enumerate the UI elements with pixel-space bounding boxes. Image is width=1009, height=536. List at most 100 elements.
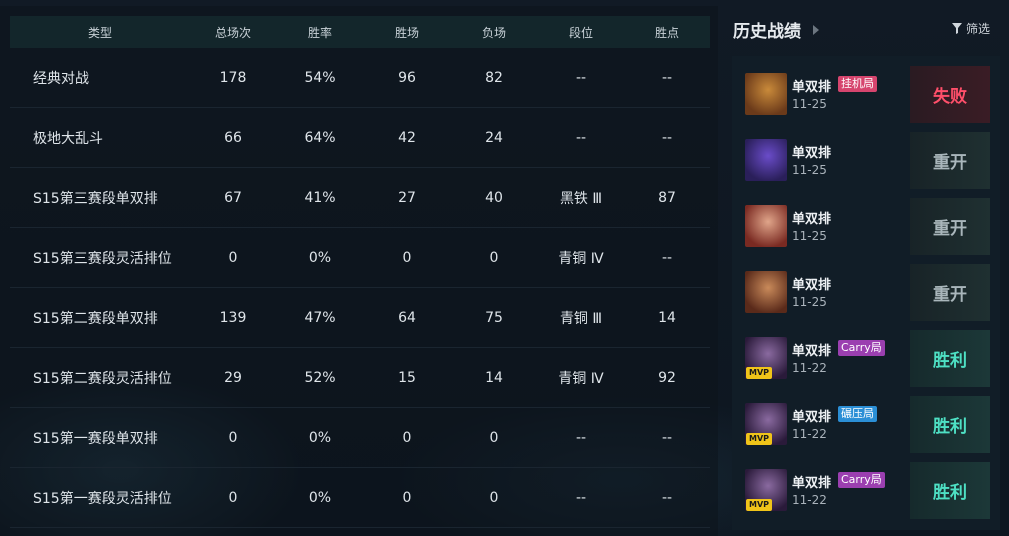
cell-lp: -- — [661, 489, 673, 506]
filter-label: 筛选 — [965, 22, 990, 36]
cell-winrate: 0% — [308, 249, 332, 266]
champion-avatar — [745, 73, 787, 115]
cell-rank: -- — [575, 129, 587, 146]
match-mode: 单双排 — [792, 278, 832, 293]
cell-lp: -- — [661, 69, 673, 86]
match-item[interactable]: 单双排 11-25 重开 — [732, 264, 1000, 321]
cell-total: 0 — [228, 429, 238, 446]
match-result: 重开 — [910, 264, 990, 321]
match-tag: Carry局 — [838, 472, 885, 488]
cell-rank: 青铜 Ⅳ — [558, 370, 604, 387]
champion-avatar — [745, 139, 787, 181]
table-body: 经典对战 178 54% 96 82 -- -- 极地大乱斗 66 64% 42 24 -- -- S15第… — [10, 48, 710, 528]
match-tag: 挂机局 — [838, 76, 877, 92]
cell-type: S15第二赛段单双排 — [33, 310, 158, 327]
cell-lp: -- — [661, 249, 673, 266]
cell-wins: 0 — [402, 429, 412, 446]
cell-wins: 42 — [398, 129, 416, 146]
cell-losses: 75 — [485, 309, 503, 326]
cell-winrate: 54% — [304, 69, 336, 86]
match-result: 胜利 — [910, 396, 990, 453]
match-result: 失败 — [910, 66, 990, 123]
table-row: S15第二赛段单双排 139 47% 64 75 青铜 Ⅲ 14 — [10, 288, 710, 348]
match-mode: 单双排 — [792, 410, 832, 425]
cell-type: 极地大乱斗 — [33, 130, 103, 147]
cell-lp: -- — [661, 429, 673, 446]
mvp-badge: MVP — [746, 433, 772, 445]
cell-wins: 15 — [398, 369, 416, 386]
match-item[interactable]: MVP 单双排 Carry局 11-22 胜利 — [732, 330, 1000, 387]
cell-type: S15第三赛段单双排 — [33, 190, 158, 207]
cell-lp: -- — [661, 129, 673, 146]
match-item[interactable]: 单双排 11-25 重开 — [732, 132, 1000, 189]
match-tag: 碾压局 — [838, 406, 877, 422]
cell-losses: 82 — [485, 69, 503, 86]
cell-losses: 40 — [485, 189, 503, 206]
match-date: 11-25 — [792, 295, 827, 309]
cell-losses: 0 — [489, 489, 499, 506]
cell-rank: -- — [575, 429, 587, 446]
cell-rank: 青铜 Ⅲ — [559, 310, 603, 327]
mvp-badge: MVP — [746, 499, 772, 511]
match-result: 胜利 — [910, 330, 990, 387]
cell-wins: 96 — [398, 69, 416, 86]
cell-type: S15第三赛段灵活排位 — [33, 250, 172, 267]
match-mode: 单双排 — [792, 476, 832, 491]
header-wins: 胜场 — [394, 25, 419, 40]
cell-wins: 27 — [398, 189, 416, 206]
cell-wins: 64 — [398, 309, 416, 326]
header-lp: 胜点 — [654, 25, 679, 40]
cell-type: 经典对战 — [33, 70, 89, 87]
cell-losses: 24 — [485, 129, 503, 146]
match-result: 重开 — [910, 198, 990, 255]
cell-lp: 92 — [658, 369, 676, 386]
match-item[interactable]: MVP 单双排 Carry局 11-22 胜利 — [732, 462, 1000, 519]
cell-total: 29 — [224, 369, 242, 386]
cell-winrate: 64% — [304, 129, 336, 146]
history-title-text: 历史战绩 — [733, 22, 801, 42]
header-total: 总场次 — [214, 25, 251, 40]
match-date: 11-25 — [792, 163, 827, 177]
match-item[interactable]: MVP 单双排 碾压局 11-22 胜利 — [732, 396, 1000, 453]
cell-wins: 0 — [402, 489, 412, 506]
stats-panel: 类型 总场次 胜率 胜场 负场 段位 胜点 经典对战 178 54% 96 82 -- --… — [0, 6, 718, 536]
cell-losses: 0 — [489, 429, 499, 446]
match-date: 11-25 — [792, 97, 827, 111]
history-title[interactable]: 历史战绩 — [733, 17, 819, 42]
table-row: S15第二赛段灵活排位 29 52% 15 14 青铜 Ⅳ 92 — [10, 348, 710, 408]
match-result: 重开 — [910, 132, 990, 189]
table-row: S15第一赛段灵活排位 0 0% 0 0 -- -- — [10, 468, 710, 528]
cell-total: 67 — [224, 189, 242, 206]
match-mode: 单双排 — [792, 146, 832, 161]
table-row: S15第三赛段灵活排位 0 0% 0 0 青铜 Ⅳ -- — [10, 228, 710, 288]
cell-type: S15第一赛段单双排 — [33, 430, 158, 447]
cell-rank: 黑铁 Ⅲ — [559, 190, 603, 207]
filter-button[interactable]: 筛选 — [951, 20, 990, 37]
champion-avatar — [745, 205, 787, 247]
cell-wins: 0 — [402, 249, 412, 266]
match-date: 11-22 — [792, 493, 827, 507]
champion-avatar — [745, 271, 787, 313]
table-row: S15第一赛段单双排 0 0% 0 0 -- -- — [10, 408, 710, 468]
cell-total: 178 — [219, 69, 247, 86]
match-tag: Carry局 — [838, 340, 885, 356]
match-list: 单双排 挂机局 11-25 失败 单双排 11-25 重开 单双排 11-25 重开 单双排 11-2… — [732, 56, 1000, 530]
cell-winrate: 47% — [304, 309, 336, 326]
cell-total: 0 — [228, 249, 238, 266]
match-mode: 单双排 — [792, 344, 832, 359]
cell-lp: 14 — [658, 309, 676, 326]
table-row: 经典对战 178 54% 96 82 -- -- — [10, 48, 710, 108]
header-losses: 负场 — [481, 25, 506, 40]
table-header: 类型 总场次 胜率 胜场 负场 段位 胜点 — [10, 16, 710, 48]
match-item[interactable]: 单双排 11-25 重开 — [732, 198, 1000, 255]
cell-winrate: 52% — [304, 369, 336, 386]
cell-type: S15第二赛段灵活排位 — [33, 370, 172, 387]
cell-losses: 0 — [489, 249, 499, 266]
cell-lp: 87 — [658, 189, 676, 206]
match-date: 11-22 — [792, 361, 827, 375]
cell-total: 139 — [219, 309, 247, 326]
header-winrate: 胜率 — [307, 25, 332, 40]
match-item[interactable]: 单双排 挂机局 11-25 失败 — [732, 66, 1000, 123]
cell-losses: 14 — [485, 369, 503, 386]
cell-total: 0 — [228, 489, 238, 506]
